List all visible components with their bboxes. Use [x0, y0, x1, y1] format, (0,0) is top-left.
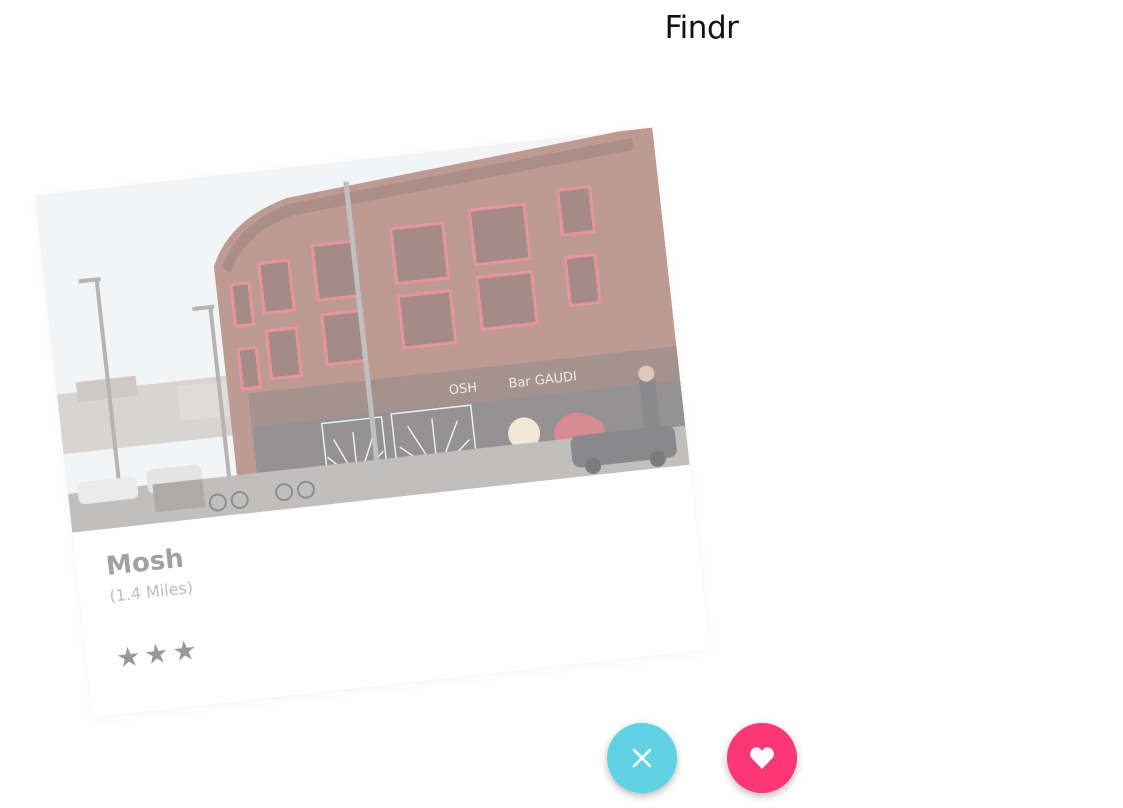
star-icon: ★ [142, 637, 171, 671]
star-icon: ★ [170, 634, 199, 668]
reject-button[interactable] [607, 723, 677, 793]
heart-icon [750, 747, 774, 769]
app-screen: Findr OSH Bar GAUDI Mosh (1.4 Miles) ★ ★… [0, 0, 1123, 808]
venue-photo: OSH Bar GAUDI [35, 127, 690, 533]
close-icon [632, 748, 652, 768]
photo-sign-osh: OSH [448, 380, 478, 398]
venue-card[interactable]: OSH Bar GAUDI Mosh (1.4 Miles) ★ ★ ★ [35, 127, 710, 718]
venue-photo-illustration: OSH Bar GAUDI [35, 127, 690, 533]
star-icon: ★ [114, 640, 143, 674]
app-title: Findr [664, 10, 739, 46]
venue-rating: ★ ★ ★ [114, 584, 676, 674]
like-button[interactable] [727, 723, 797, 793]
